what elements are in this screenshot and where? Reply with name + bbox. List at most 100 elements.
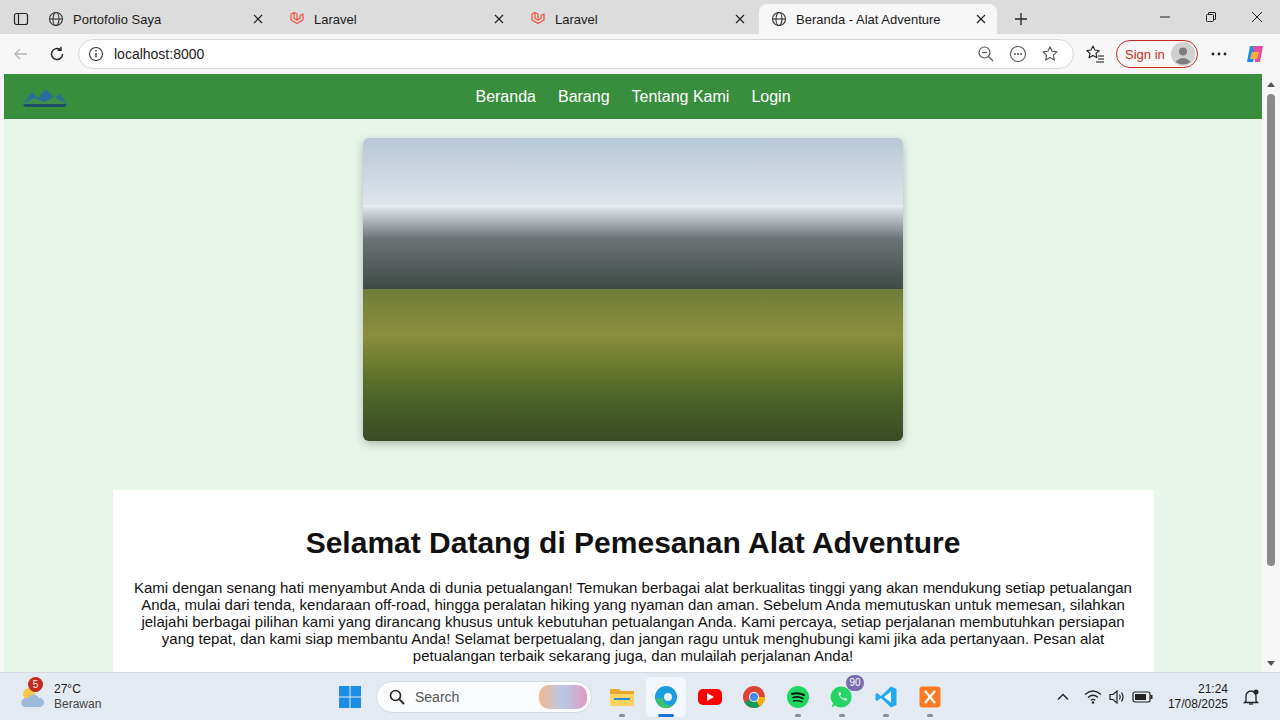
address-bar[interactable]: localhost:8000 — [78, 39, 1074, 69]
welcome-heading: Selamat Datang di Pemesanan Alat Adventu… — [133, 525, 1134, 561]
scroll-track[interactable] — [1267, 92, 1275, 656]
logo-icon[interactable] — [22, 86, 68, 108]
scroll-up-icon[interactable] — [1266, 80, 1276, 88]
close-window-button[interactable] — [1234, 0, 1280, 34]
browser-tab[interactable]: Portofolio Saya — [36, 4, 274, 34]
zoom-out-icon[interactable] — [977, 45, 995, 63]
taskbar-search[interactable]: Search — [376, 681, 592, 713]
nav-link[interactable]: Tentang Kami — [632, 88, 730, 106]
minimize-button[interactable] — [1142, 0, 1188, 34]
globe-icon — [48, 11, 64, 27]
spotify-icon — [786, 685, 810, 709]
browser-toolbar: localhost:8000 Sign in — [0, 34, 1280, 74]
welcome-card: Selamat Datang di Pemesanan Alat Adventu… — [113, 490, 1154, 672]
new-tab-button[interactable] — [1006, 4, 1036, 34]
tab-label: Beranda - Alat Adventure — [796, 12, 966, 27]
more-dots-icon — [1210, 45, 1228, 63]
back-arrow-icon — [12, 45, 30, 63]
page-actions-icon[interactable] — [1009, 45, 1027, 63]
running-indicator — [927, 714, 933, 717]
nav-link[interactable]: Login — [751, 88, 790, 106]
desktop-screen: Portofolio Saya Laravel Laravel Beranda - A… — [0, 0, 1280, 720]
restore-icon — [1205, 11, 1217, 23]
running-indicator — [795, 714, 801, 717]
reload-icon — [48, 45, 66, 63]
tab-label: Laravel — [555, 12, 725, 27]
tab-actions-button[interactable] — [8, 4, 34, 34]
plus-icon — [1013, 11, 1029, 27]
browser-tab[interactable]: Beranda - Alat Adventure — [759, 4, 997, 34]
taskbar: 527°CBerawan Search 90 21:2417/08/2025 — [0, 672, 1280, 720]
folder-icon — [609, 685, 635, 709]
taskbar-app[interactable] — [734, 677, 774, 717]
start-button[interactable] — [330, 677, 370, 717]
globe-icon — [771, 11, 787, 27]
weather-badge: 5 — [28, 677, 43, 692]
scroll-down-icon[interactable] — [1266, 660, 1276, 668]
running-indicator — [839, 714, 845, 717]
tab-label: Portofolio Saya — [73, 12, 243, 27]
tab-strip: Portofolio Saya Laravel Laravel Beranda - A… — [0, 0, 1280, 34]
favorites-icon — [1085, 44, 1105, 64]
navbar: Beranda Barang Tentang Kami Login — [4, 74, 1262, 119]
favorite-star-icon[interactable] — [1041, 45, 1059, 63]
copilot-icon — [1244, 43, 1266, 65]
nav-link[interactable]: Beranda — [475, 88, 536, 106]
taskbar-app[interactable]: 90 — [822, 677, 862, 717]
tab-actions-icon — [13, 11, 29, 27]
back-button[interactable] — [6, 39, 36, 69]
avatar-icon — [1171, 42, 1195, 66]
clock-time: 21:24 — [1198, 682, 1228, 697]
clock[interactable]: 21:2417/08/2025 — [1168, 682, 1228, 712]
browser-tab[interactable]: Laravel — [277, 4, 515, 34]
minimize-icon — [1159, 11, 1171, 23]
address-text[interactable]: localhost:8000 — [114, 46, 204, 62]
xampp-icon — [918, 685, 942, 709]
youtube-icon — [697, 687, 723, 707]
taskbar-app[interactable] — [646, 677, 686, 717]
vscode-icon — [874, 685, 898, 709]
weather-widget[interactable]: 527°CBerawan — [18, 682, 101, 712]
edge-icon — [654, 685, 678, 709]
sign-in-label: Sign in — [1125, 47, 1165, 62]
reload-button[interactable] — [42, 39, 72, 69]
tab-label: Laravel — [314, 12, 484, 27]
close-tab-icon[interactable] — [493, 13, 505, 25]
taskbar-app[interactable] — [602, 677, 642, 717]
wifi-icon — [1084, 689, 1102, 705]
restore-button[interactable] — [1188, 0, 1234, 34]
quick-settings[interactable] — [1084, 689, 1154, 705]
web-page: Beranda Barang Tentang Kami Login Selamat Da… — [4, 74, 1262, 672]
taskbar-app[interactable] — [910, 677, 950, 717]
volume-icon — [1108, 689, 1126, 705]
close-tab-icon[interactable] — [975, 13, 987, 25]
running-indicator — [658, 714, 674, 717]
search-placeholder: Search — [415, 689, 459, 705]
show-hidden-icons-icon[interactable] — [1056, 690, 1070, 704]
settings-more-button[interactable] — [1204, 39, 1234, 69]
running-indicator — [883, 714, 889, 717]
sign-in-button[interactable]: Sign in — [1116, 40, 1198, 68]
browser-tab[interactable]: Laravel — [518, 4, 756, 34]
battery-icon — [1132, 690, 1154, 704]
page-viewport: Beranda Barang Tentang Kami Login Selamat Da… — [0, 74, 1280, 672]
copilot-button[interactable] — [1240, 39, 1270, 69]
info-icon[interactable] — [88, 46, 104, 62]
favorites-button[interactable] — [1080, 39, 1110, 69]
notification-badge: 90 — [846, 675, 864, 691]
taskbar-app[interactable] — [778, 677, 818, 717]
scrollbar[interactable] — [1262, 74, 1280, 672]
close-icon — [1251, 11, 1263, 23]
laravel-icon — [530, 11, 546, 27]
weather-condition: Berawan — [54, 697, 101, 712]
notification-bell-icon[interactable] — [1242, 688, 1260, 706]
taskbar-app[interactable] — [690, 677, 730, 717]
hero-photo — [363, 138, 903, 441]
scroll-thumb[interactable] — [1267, 94, 1275, 566]
nav-link[interactable]: Barang — [558, 88, 610, 106]
taskbar-app[interactable] — [866, 677, 906, 717]
close-tab-icon[interactable] — [734, 13, 746, 25]
welcome-text: Kami dengan senang hati menyambut Anda d… — [133, 579, 1134, 664]
search-highlight-image — [539, 685, 587, 709]
close-tab-icon[interactable] — [252, 13, 264, 25]
